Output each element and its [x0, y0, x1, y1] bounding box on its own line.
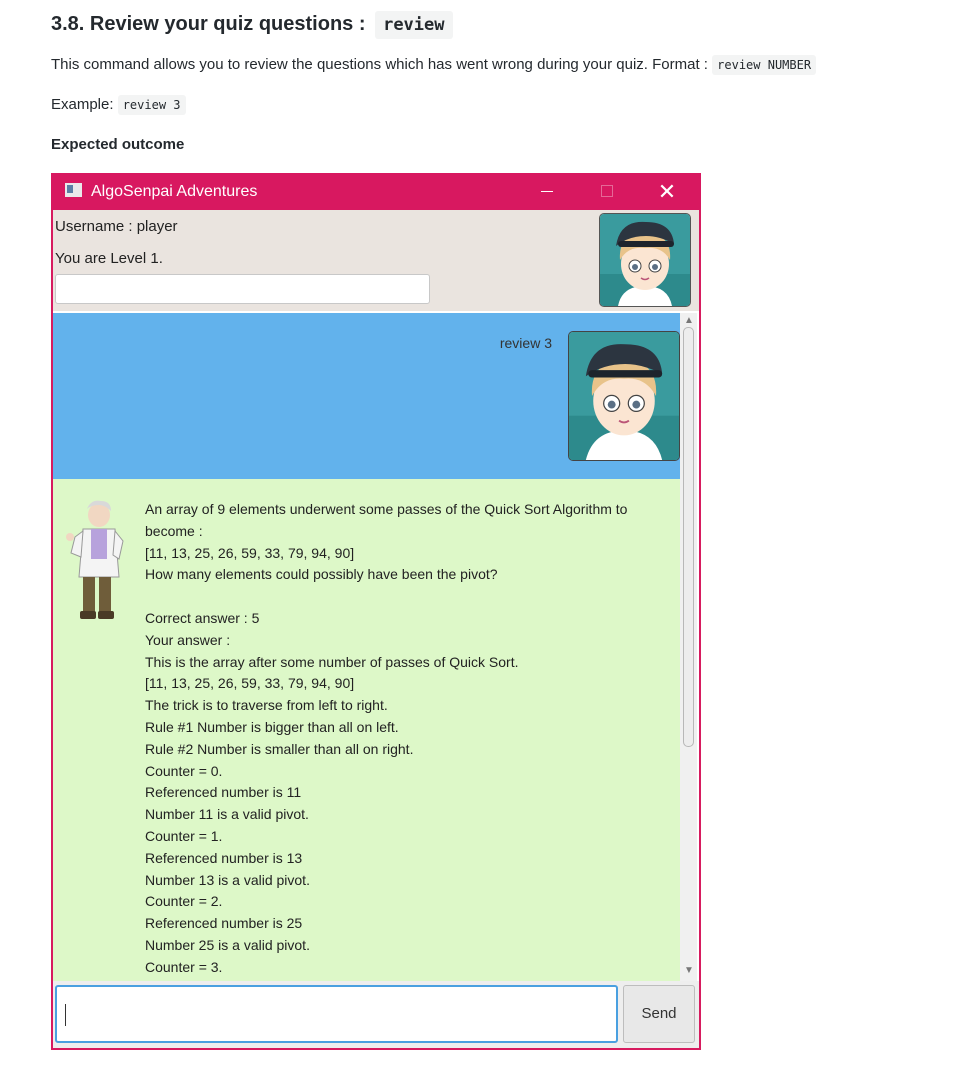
- bot-message-line: Referenced number is 11: [145, 784, 302, 801]
- bot-message-line: Number 13 is a valid pivot.: [145, 871, 310, 888]
- username-label: Username : player: [55, 218, 178, 235]
- format-code: review NUMBER: [712, 55, 817, 75]
- bot-message-line: Counter = 0.: [145, 762, 223, 779]
- maximize-button[interactable]: [587, 173, 627, 210]
- bot-message-line: Rule #2 Number is smaller than all on ri…: [145, 740, 414, 757]
- bot-message-line: Number 11 is a valid pivot.: [145, 806, 309, 823]
- level-label: You are Level 1.: [55, 250, 163, 267]
- bot-message-bubble: An array of 9 elements underwent some pa…: [53, 479, 680, 981]
- command-description: This command allows you to review the qu…: [51, 55, 817, 75]
- bot-message-line: Referenced number is 25: [145, 915, 303, 932]
- example-line: Example: review 3: [51, 95, 186, 115]
- example-code: review 3: [117, 95, 186, 115]
- minimize-button[interactable]: [527, 173, 567, 210]
- bot-message-line: This is the array after some number of p…: [145, 653, 519, 670]
- text-caret: [65, 1004, 66, 1026]
- section-heading-text: 3.8. Review your quiz questions :: [51, 13, 366, 35]
- section-heading: 3.8. Review your quiz questions : review: [51, 8, 453, 40]
- bot-message-line: [11, 13, 25, 26, 59, 33, 79, 94, 90]: [145, 675, 355, 692]
- bot-message-line: Number 25 is a valid pivot.: [145, 936, 310, 953]
- bot-message-line: [145, 586, 685, 608]
- example-label: Example:: [51, 96, 114, 113]
- bot-message-line: become :: [145, 522, 203, 539]
- user-info-panel: Username : player You are Level 1.: [53, 210, 699, 311]
- user-status-field[interactable]: [55, 274, 430, 304]
- scroll-down-icon[interactable]: ▼: [684, 965, 694, 976]
- command-description-text: This command allows you to review the qu…: [51, 56, 708, 73]
- bot-message-line: Your answer :: [145, 631, 231, 648]
- bot-message-line: An array of 9 elements underwent some pa…: [145, 501, 628, 517]
- message-input[interactable]: [55, 985, 618, 1043]
- bot-message-line: How many elements could possibly have be…: [145, 566, 498, 583]
- section-heading-code: review: [375, 11, 453, 39]
- input-bar: Send: [53, 981, 699, 1048]
- expected-outcome-label: Expected outcome: [51, 136, 185, 153]
- bot-message-line: Counter = 2.: [145, 893, 223, 910]
- bot-message-line: The trick is to traverse from left to ri…: [145, 697, 388, 714]
- bot-message-line: Counter = 1.: [145, 827, 223, 844]
- scroll-up-icon[interactable]: ▲: [684, 315, 694, 326]
- bot-message-line: Rule #1 Number is bigger than all on lef…: [145, 718, 399, 735]
- bot-message-line: Referenced number is 13: [145, 849, 303, 866]
- user-message-bubble: review 3: [53, 313, 680, 479]
- scrollbar-thumb[interactable]: [683, 327, 694, 747]
- bot-message-text: An array of 9 elements underwent some pa…: [145, 499, 685, 979]
- app-window: AlgoSenpai Adventures ✕ Username : playe…: [51, 173, 701, 1050]
- bot-message-line: [11, 13, 25, 26, 59, 33, 79, 94, 90]: [145, 544, 355, 561]
- window-title: AlgoSenpai Adventures: [91, 183, 258, 200]
- app-window-icon: [65, 183, 82, 197]
- professor-avatar-icon: [61, 497, 131, 625]
- window-titlebar[interactable]: AlgoSenpai Adventures ✕: [51, 173, 701, 210]
- bot-message-line: Correct answer : 5: [145, 609, 260, 626]
- bot-message-line: Counter = 3.: [145, 958, 223, 975]
- player-avatar-icon: [599, 213, 691, 307]
- chat-scroll-pane[interactable]: review 3 An array of 9 elements underwen…: [53, 313, 699, 981]
- player-avatar-icon: [568, 331, 680, 461]
- user-message-text: review 3: [499, 335, 552, 351]
- close-button[interactable]: ✕: [647, 173, 687, 210]
- send-button[interactable]: Send: [623, 985, 695, 1043]
- chat-scrollbar[interactable]: ▲ ▼: [680, 313, 697, 981]
